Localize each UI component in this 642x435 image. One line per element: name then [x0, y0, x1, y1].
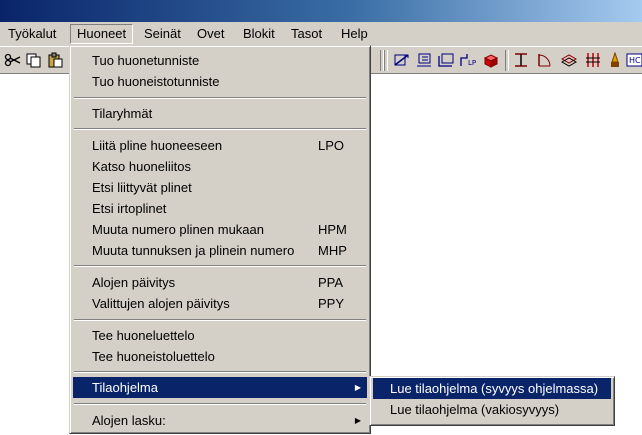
3d-box-icon[interactable]: [482, 52, 500, 68]
menu-separator: [74, 371, 366, 373]
menuitem-katso-huoneliitos[interactable]: Katso huoneliitos: [73, 156, 367, 177]
copy-icon[interactable]: [25, 52, 43, 68]
shortcut-label: HPM: [318, 222, 347, 237]
layer-icon[interactable]: [560, 52, 578, 68]
menuitem-valittujen-alojen[interactable]: Valittujen alojen päivitys PPY: [73, 293, 367, 314]
menu-help[interactable]: Help: [335, 24, 374, 44]
menu-blokit[interactable]: Blokit: [237, 24, 281, 44]
toolbar-separator: [384, 50, 388, 71]
submenu-arrow-icon: ▶: [354, 416, 361, 425]
pen-icon[interactable]: [606, 51, 624, 68]
dimension-icon[interactable]: [393, 52, 411, 68]
wall-hatch-icon[interactable]: [584, 52, 602, 68]
menuitem-tee-huoneluettelo[interactable]: Tee huoneluettelo: [73, 325, 367, 346]
menu-ovet[interactable]: Ovet: [191, 24, 230, 44]
pline-icon[interactable]: LP: [459, 52, 477, 68]
menu-seinat[interactable]: Seinät: [138, 24, 187, 44]
submenuitem-lue-vakiosyvyys[interactable]: Lue tilaohjelma (vakiosyvyys): [373, 399, 611, 420]
menu-tasot[interactable]: Tasot: [285, 24, 328, 44]
menuitem-liita-pline[interactable]: Liitä pline huoneeseen LPO: [73, 135, 367, 156]
huoneet-dropdown-menu: Tuo huonetunniste Tuo huoneistotunniste …: [69, 45, 371, 434]
menuitem-etsi-liittyvat[interactable]: Etsi liittyvät plinet: [73, 177, 367, 198]
submenu-arrow-icon: ▶: [354, 383, 361, 392]
shortcut-label: PPA: [318, 275, 344, 290]
menuitem-etsi-irtoplinet[interactable]: Etsi irtoplinet: [73, 198, 367, 219]
shortcut-label: PPY: [318, 296, 345, 311]
menu-separator: [74, 319, 366, 321]
menu-bar: Työkalut Huoneet Seinät Ovet Blokit Taso…: [0, 22, 642, 46]
menuitem-alojen-paivitys[interactable]: Alojen päivitys PPA: [73, 272, 367, 293]
paste-icon[interactable]: [46, 52, 64, 68]
menu-separator: [74, 128, 366, 130]
door-icon[interactable]: [536, 52, 554, 68]
beam-icon[interactable]: [512, 52, 530, 68]
menu-huoneet[interactable]: Huoneet: [70, 24, 134, 44]
scissors-icon[interactable]: [4, 52, 22, 68]
tilaohjelma-submenu: Lue tilaohjelma (syvyys ohjelmassa) Lue …: [369, 376, 615, 426]
menu-separator: [74, 97, 366, 99]
toolbar-separator: [505, 50, 509, 71]
menuitem-tee-huoneistoluettelo[interactable]: Tee huoneistoluettelo: [73, 346, 367, 367]
svg-text:HC: HC: [629, 56, 641, 65]
shortcut-label: MHP: [318, 243, 347, 258]
menu-tyokalut[interactable]: Työkalut: [2, 24, 62, 44]
menuitem-tuo-huonetunniste[interactable]: Tuo huonetunniste: [73, 50, 367, 71]
title-bar: [0, 0, 642, 22]
menuitem-muuta-tunnuksen[interactable]: Muuta tunnuksen ja plinein numero MHP: [73, 240, 367, 261]
room-tag-icon[interactable]: [415, 52, 433, 68]
menuitem-tuo-huoneistotunniste[interactable]: Tuo huoneistotunniste: [73, 71, 367, 92]
room-area-icon[interactable]: [437, 52, 455, 68]
menuitem-tilaryhmat[interactable]: Tilaryhmät: [73, 103, 367, 124]
menu-separator: [74, 403, 366, 405]
svg-text:LP: LP: [468, 59, 476, 67]
menuitem-alojen-lasku[interactable]: Alojen lasku: ▶: [73, 410, 367, 431]
shortcut-label: LPO: [318, 138, 345, 153]
submenuitem-lue-syvyys-ohjelmassa[interactable]: Lue tilaohjelma (syvyys ohjelmassa): [373, 378, 611, 399]
menuitem-tilaohjelma[interactable]: Tilaohjelma ▶: [73, 377, 367, 398]
menu-separator: [74, 265, 366, 267]
menuitem-muuta-numero[interactable]: Muuta numero plinen mukaan HPM: [73, 219, 367, 240]
room-id-icon[interactable]: HC: [626, 52, 642, 68]
